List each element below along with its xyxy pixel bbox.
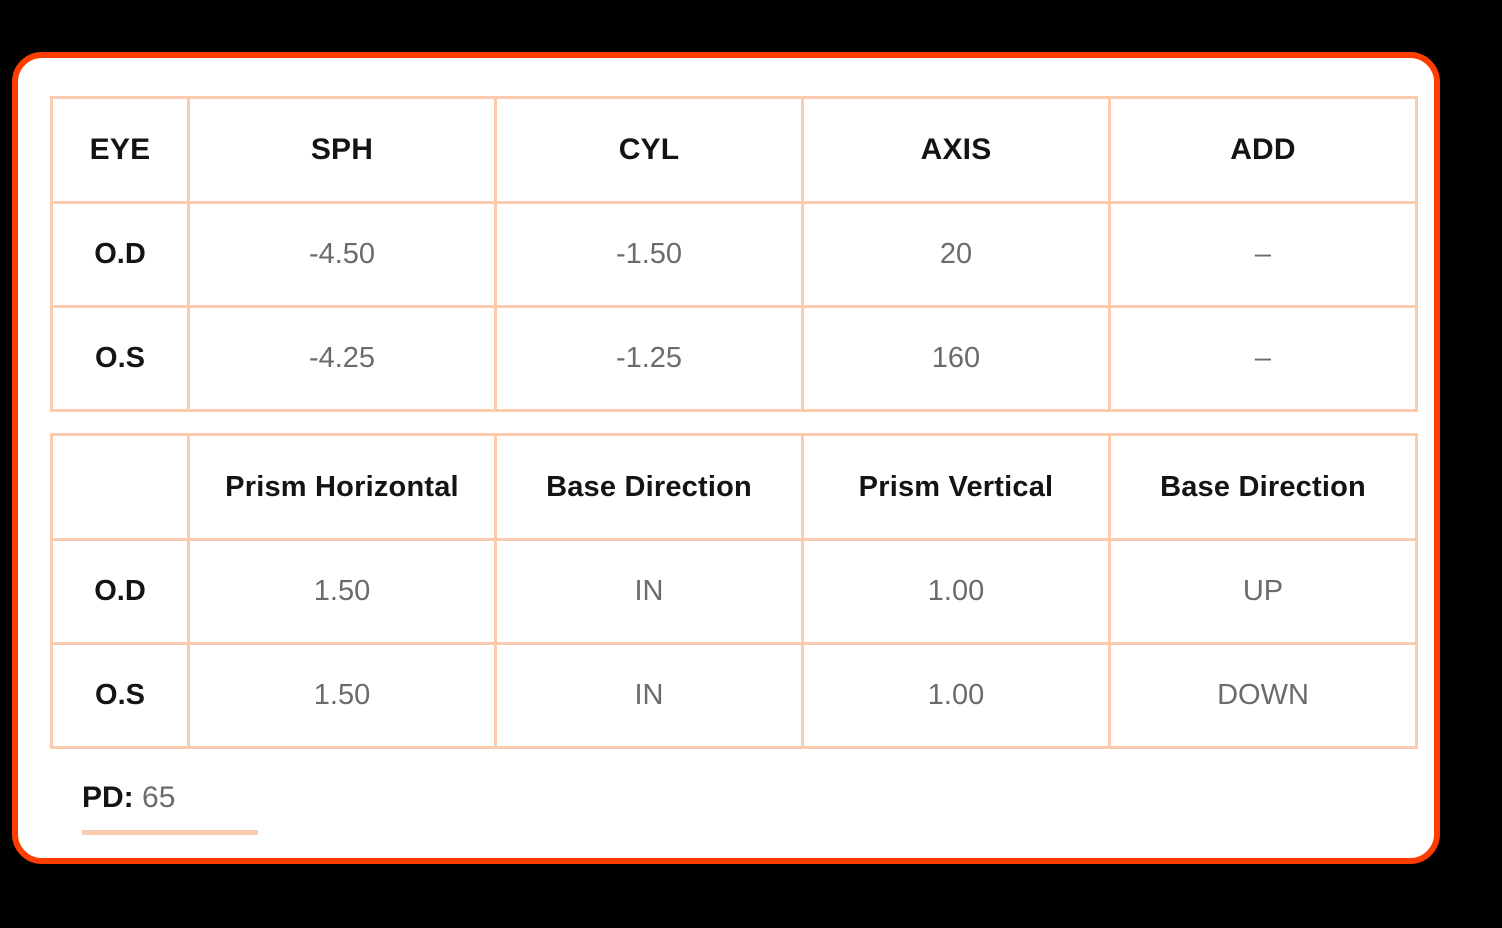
header-sph: SPH bbox=[187, 96, 497, 204]
pd-label: PD: bbox=[82, 781, 134, 814]
header-base-direction-horizontal: Base Direction bbox=[494, 433, 804, 541]
cell-base-direction-v-os: DOWN bbox=[1108, 642, 1418, 749]
prism-table: Prism Horizontal Base Direction Prism Ve… bbox=[50, 433, 1418, 749]
cell-prism-vertical-od: 1.00 bbox=[801, 538, 1111, 645]
cell-prism-horizontal-od: 1.50 bbox=[187, 538, 497, 645]
cell-add-os: – bbox=[1108, 305, 1418, 412]
screen-root: EYE SPH CYL AXIS ADD O.D -4.50 -1.50 20 … bbox=[0, 0, 1502, 928]
header-cyl: CYL bbox=[494, 96, 804, 204]
cell-base-direction-v-od: UP bbox=[1108, 538, 1418, 645]
cell-prism-horizontal-os: 1.50 bbox=[187, 642, 497, 749]
header-prism-blank bbox=[50, 433, 190, 541]
table-row: O.D 1.50 IN 1.00 UP bbox=[50, 538, 1418, 645]
cell-axis-os: 160 bbox=[801, 305, 1111, 412]
pd-row: PD: 65 bbox=[82, 783, 1404, 813]
header-axis: AXIS bbox=[801, 96, 1111, 204]
cell-eye-os: O.S bbox=[50, 305, 190, 412]
cell-base-direction-h-od: IN bbox=[494, 538, 804, 645]
pd-block: PD: 65 bbox=[50, 783, 1404, 835]
cell-cyl-os: -1.25 bbox=[494, 305, 804, 412]
cell-prism-vertical-os: 1.00 bbox=[801, 642, 1111, 749]
table-header-row: EYE SPH CYL AXIS ADD bbox=[50, 96, 1418, 204]
header-prism-vertical: Prism Vertical bbox=[801, 433, 1111, 541]
prism-table-header: Prism Horizontal Base Direction Prism Ve… bbox=[50, 433, 1418, 541]
table-row: O.D -4.50 -1.50 20 – bbox=[50, 201, 1418, 308]
table-row: O.S -4.25 -1.25 160 – bbox=[50, 305, 1418, 412]
pd-underline bbox=[82, 830, 258, 835]
table-spacer bbox=[50, 412, 1404, 433]
table-header-row: Prism Horizontal Base Direction Prism Ve… bbox=[50, 433, 1418, 541]
cell-prism-eye-os: O.S bbox=[50, 642, 190, 749]
prescription-table: EYE SPH CYL AXIS ADD O.D -4.50 -1.50 20 … bbox=[50, 96, 1418, 412]
cell-sph-os: -4.25 bbox=[187, 305, 497, 412]
prescription-table-body: O.D -4.50 -1.50 20 – O.S -4.25 -1.25 160… bbox=[50, 201, 1418, 412]
cell-prism-eye-od: O.D bbox=[50, 538, 190, 645]
prism-table-body: O.D 1.50 IN 1.00 UP O.S 1.50 IN 1.00 DOW… bbox=[50, 538, 1418, 749]
header-eye: EYE bbox=[50, 96, 190, 204]
header-prism-horizontal: Prism Horizontal bbox=[187, 433, 497, 541]
prescription-table-header: EYE SPH CYL AXIS ADD bbox=[50, 96, 1418, 204]
header-base-direction-vertical: Base Direction bbox=[1108, 433, 1418, 541]
table-row: O.S 1.50 IN 1.00 DOWN bbox=[50, 642, 1418, 749]
pd-value: 65 bbox=[142, 781, 176, 814]
prescription-card: EYE SPH CYL AXIS ADD O.D -4.50 -1.50 20 … bbox=[12, 52, 1440, 864]
cell-cyl-od: -1.50 bbox=[494, 201, 804, 308]
header-add: ADD bbox=[1108, 96, 1418, 204]
cell-base-direction-h-os: IN bbox=[494, 642, 804, 749]
cell-axis-od: 20 bbox=[801, 201, 1111, 308]
cell-eye-od: O.D bbox=[50, 201, 190, 308]
cell-add-od: – bbox=[1108, 201, 1418, 308]
cell-sph-od: -4.50 bbox=[187, 201, 497, 308]
